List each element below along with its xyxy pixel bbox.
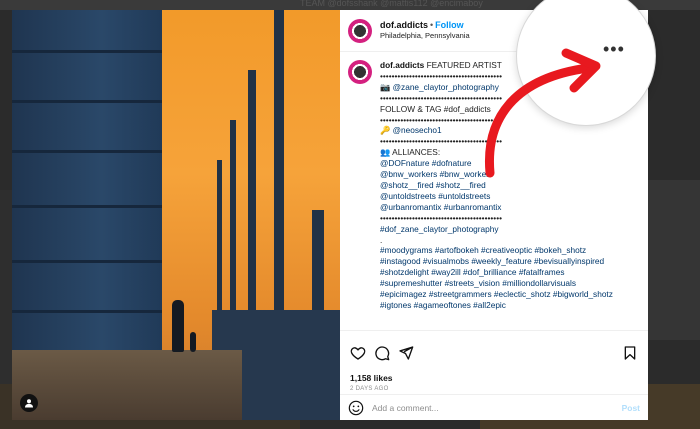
post-comment-button[interactable]: Post [622, 403, 640, 413]
account-username[interactable]: dof.addicts [380, 20, 428, 30]
send-icon[interactable] [398, 345, 414, 361]
post-photo[interactable] [12, 10, 340, 420]
post-date[interactable]: 2 DAYS AGO [350, 386, 389, 392]
caption-link[interactable]: #supremeshutter #streets_vision #million… [380, 278, 576, 288]
caption-line: . [380, 235, 613, 246]
smiley-icon[interactable] [348, 400, 364, 416]
caption-link[interactable]: #shotzdelight #way2ill #dof_brilliance #… [380, 267, 564, 277]
comment-input[interactable]: Add a comment... [372, 403, 622, 413]
bookmark-icon[interactable] [622, 345, 638, 361]
caption-link[interactable]: @shotz__fired #shotz__fired [380, 180, 486, 190]
caption-line-text: . [380, 234, 383, 245]
caption-line: #dof_zane_claytor_photography [380, 224, 613, 235]
background-thumbnail-left [0, 190, 12, 390]
caption-line: @shotz__fired #shotz__fired [380, 180, 613, 191]
more-options-button[interactable]: ••• [603, 40, 625, 58]
photo-child [190, 332, 196, 352]
caption-line-text: ••••••••••••••••••••••••••••••••••••••••… [380, 212, 502, 223]
caption-line: #supremeshutter #streets_vision #million… [380, 278, 613, 289]
caption-link[interactable]: #epicimagez #streetgrammers #eclectic_sh… [380, 289, 613, 299]
photo-walkway [12, 350, 242, 420]
caption-link[interactable]: @urbanromantix #urbanromantix [380, 202, 501, 212]
background-caption: TEAM @dofsshank @mattis112 @encimaboy [300, 0, 483, 8]
follow-button[interactable]: Follow [435, 20, 464, 30]
likes-count[interactable]: 1,158 likes [350, 373, 393, 383]
caption-link[interactable]: #moodygrams #artofbokeh #creativeoptic #… [380, 245, 586, 255]
photo-person [172, 300, 184, 352]
separator-dot: • [430, 20, 434, 31]
caption-line: #shotzdelight #way2ill #dof_brilliance #… [380, 267, 613, 278]
red-arrow-annotation [484, 48, 601, 178]
caption-line: #instagood #visualmobs #weekly_feature #… [380, 256, 613, 267]
caption-line: @untoldstreets #untoldstreets [380, 191, 613, 202]
background-thumbnail-right [648, 180, 700, 340]
post-location[interactable]: Philadelphia, Pennsylvania [380, 31, 470, 40]
caption-line: @urbanromantix #urbanromantix [380, 202, 613, 213]
caption-line: #moodygrams #artofbokeh #creativeoptic #… [380, 245, 613, 256]
user-tags-icon[interactable] [20, 394, 38, 412]
caption-line: #igtones #agameoftones #all2epic [380, 300, 613, 311]
caption-link[interactable]: #dof_zane_claytor_photography [380, 224, 499, 234]
caption-author-username[interactable]: dof.addicts [380, 60, 424, 70]
caption-author-avatar[interactable] [348, 60, 372, 84]
caption-line: #epicimagez #streetgrammers #eclectic_sh… [380, 289, 613, 300]
caption-link[interactable]: @DOFnature #dofnature [380, 158, 471, 168]
caption-link[interactable]: @untoldstreets #untoldstreets [380, 191, 490, 201]
heart-icon[interactable] [350, 345, 366, 361]
caption-link[interactable]: #igtones #agameoftones #all2epic [380, 300, 506, 310]
caption-line-text: 👥 ALLIANCES: [380, 147, 441, 158]
caption-link[interactable]: 🔑 @neosecho1 [380, 125, 442, 135]
account-avatar[interactable] [348, 18, 372, 43]
comment-bar: Add a comment... Post [340, 394, 648, 420]
post-actions: 1,158 likes 2 DAYS AGO [340, 330, 648, 394]
caption-link[interactable]: #instagood #visualmobs #weekly_feature #… [380, 256, 604, 266]
comment-icon[interactable] [374, 345, 390, 361]
caption-line: ••••••••••••••••••••••••••••••••••••••••… [380, 213, 613, 224]
